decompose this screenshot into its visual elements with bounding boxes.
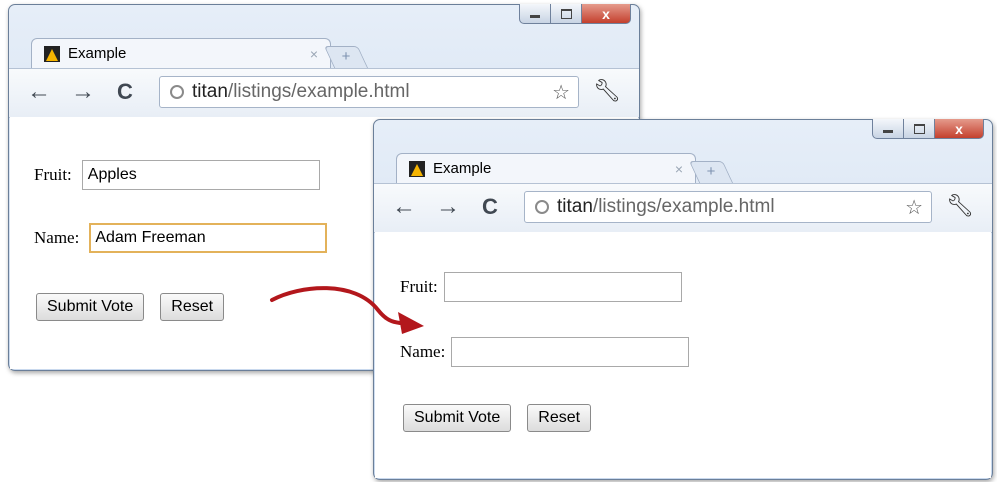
minimize-icon: [883, 130, 893, 133]
name-input[interactable]: [451, 337, 690, 367]
name-row: Name:: [400, 337, 690, 367]
minimize-button[interactable]: [872, 119, 904, 139]
tab-close-icon[interactable]: ×: [675, 161, 683, 177]
favicon-icon: [44, 45, 60, 62]
fruit-input[interactable]: [443, 272, 682, 302]
back-button[interactable]: ←: [27, 79, 51, 105]
name-row: Name: Adam Freeman: [34, 223, 328, 253]
url-path: /listings/example.html: [227, 81, 410, 102]
name-label: Name:: [34, 228, 80, 247]
url-text: titan/listings/example.html: [557, 196, 905, 218]
browser-window-after: x Example × + ← → C titan/listings/examp…: [373, 119, 993, 480]
fruit-label: Fruit:: [34, 165, 72, 184]
forward-button[interactable]: →: [436, 194, 460, 220]
wrench-menu-icon[interactable]: 🔧︎: [593, 78, 621, 104]
name-input[interactable]: Adam Freeman: [89, 223, 328, 253]
maximize-icon: [560, 8, 572, 19]
window-controls: x: [872, 119, 984, 139]
wrench-menu-icon[interactable]: 🔧︎: [946, 193, 974, 219]
maximize-button[interactable]: [550, 4, 582, 24]
close-icon: x: [955, 120, 963, 137]
bookmark-star-icon[interactable]: ☆: [905, 195, 923, 220]
plus-icon: +: [341, 48, 351, 65]
close-window-button[interactable]: x: [581, 4, 631, 24]
minimize-button[interactable]: [519, 4, 551, 24]
tab-title: Example: [433, 160, 492, 177]
url-path: /listings/example.html: [592, 196, 775, 217]
address-bar[interactable]: titan/listings/example.html ☆: [159, 76, 579, 108]
reload-button[interactable]: C: [117, 79, 133, 105]
plus-icon: +: [706, 163, 716, 180]
name-label: Name:: [400, 342, 446, 361]
toolbar: ← → C titan/listings/example.html ☆ 🔧︎: [9, 68, 639, 118]
reset-button[interactable]: Reset: [160, 293, 225, 321]
page-content: Fruit: Name: Submit Vote Reset: [375, 232, 991, 478]
tab-title: Example: [68, 45, 127, 62]
submit-vote-button[interactable]: Submit Vote: [403, 404, 512, 432]
url-host: titan: [557, 196, 593, 217]
close-window-button[interactable]: x: [934, 119, 984, 139]
button-row: Submit Vote Reset: [403, 404, 607, 432]
reload-button[interactable]: C: [482, 194, 498, 220]
maximize-icon: [913, 123, 925, 134]
minimize-icon: [530, 15, 540, 18]
toolbar: ← → C titan/listings/example.html ☆ 🔧︎: [374, 183, 992, 233]
globe-icon: [535, 200, 549, 214]
fruit-row: Fruit:: [400, 272, 682, 302]
window-controls: x: [519, 4, 631, 24]
button-row: Submit Vote Reset: [36, 293, 240, 321]
back-button[interactable]: ←: [392, 194, 416, 220]
tab-close-icon[interactable]: ×: [310, 46, 318, 62]
favicon-icon: [409, 160, 425, 177]
close-icon: x: [602, 5, 610, 22]
fruit-row: Fruit: Apples: [34, 160, 320, 190]
address-bar[interactable]: titan/listings/example.html ☆: [524, 191, 932, 223]
submit-vote-button[interactable]: Submit Vote: [36, 293, 145, 321]
fruit-label: Fruit:: [400, 277, 438, 296]
forward-button[interactable]: →: [71, 79, 95, 105]
reset-button[interactable]: Reset: [527, 404, 592, 432]
tab-example[interactable]: Example ×: [31, 38, 331, 68]
url-text: titan/listings/example.html: [192, 81, 552, 103]
new-tab-button[interactable]: +: [688, 161, 734, 183]
tab-example[interactable]: Example ×: [396, 153, 696, 183]
fruit-input[interactable]: Apples: [81, 160, 320, 190]
globe-icon: [170, 85, 184, 99]
new-tab-button[interactable]: +: [323, 46, 369, 68]
url-host: titan: [192, 81, 228, 102]
maximize-button[interactable]: [903, 119, 935, 139]
bookmark-star-icon[interactable]: ☆: [552, 80, 570, 105]
